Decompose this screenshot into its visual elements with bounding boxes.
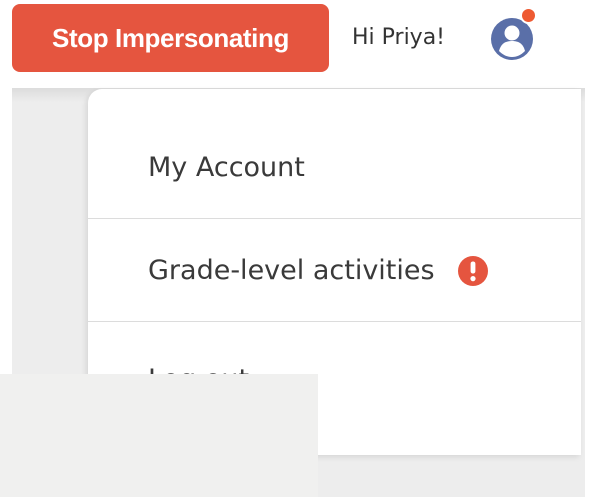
stop-impersonating-button[interactable]: Stop Impersonating (12, 4, 329, 72)
menu-item-grade-level-activities[interactable]: Grade-level activities (88, 220, 581, 322)
right-edge (585, 0, 611, 497)
alert-exclamation-icon (457, 255, 489, 287)
greeting-text: Hi Priya! (352, 25, 446, 50)
page: Stop Impersonating Hi Priya! My Account … (0, 0, 611, 497)
overlay-panel (0, 374, 318, 497)
menu-item-my-account[interactable]: My Account (88, 117, 581, 219)
notification-dot (520, 7, 537, 24)
menu-item-label: My Account (148, 152, 305, 183)
menu-item-label: Grade-level activities (148, 255, 435, 286)
